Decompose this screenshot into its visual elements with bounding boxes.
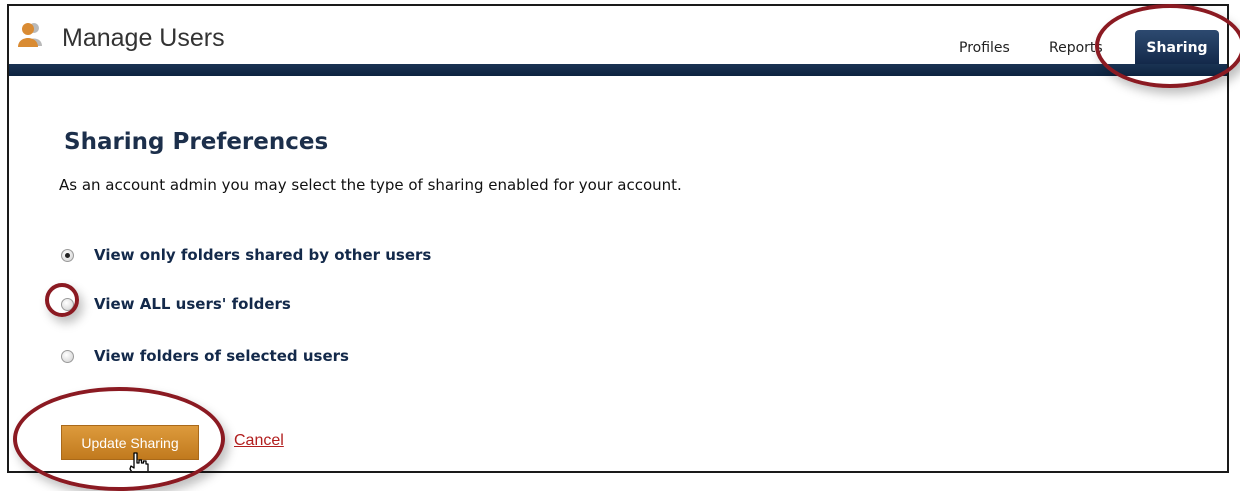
users-icon	[18, 23, 42, 47]
tab-reports[interactable]: Reports	[1049, 40, 1103, 56]
sharing-option-selected-users[interactable]: View folders of selected users	[61, 345, 349, 367]
app-window: Manage Users Profiles Reports Sharing Sh…	[7, 4, 1229, 473]
radio-button-checked[interactable]	[61, 248, 74, 262]
section-title: Sharing Preferences	[64, 129, 329, 155]
cancel-link[interactable]: Cancel	[234, 432, 284, 450]
header: Manage Users Profiles Reports Sharing	[9, 6, 1227, 64]
option-label: View folders of selected users	[94, 347, 349, 365]
hand-pointer-icon	[129, 452, 149, 471]
radio-button[interactable]	[61, 349, 74, 363]
tab-profiles[interactable]: Profiles	[959, 40, 1010, 56]
section-description: As an account admin you may select the t…	[59, 176, 682, 194]
sharing-option-all-folders[interactable]: View ALL users' folders	[61, 293, 291, 315]
header-divider-bar	[9, 64, 1227, 76]
option-label: View ALL users' folders	[94, 295, 291, 313]
radio-button[interactable]	[61, 297, 74, 311]
sharing-option-shared-folders[interactable]: View only folders shared by other users	[61, 244, 431, 266]
tab-sharing[interactable]: Sharing	[1135, 30, 1219, 64]
option-label: View only folders shared by other users	[94, 246, 432, 264]
page-title: Manage Users	[62, 24, 225, 52]
